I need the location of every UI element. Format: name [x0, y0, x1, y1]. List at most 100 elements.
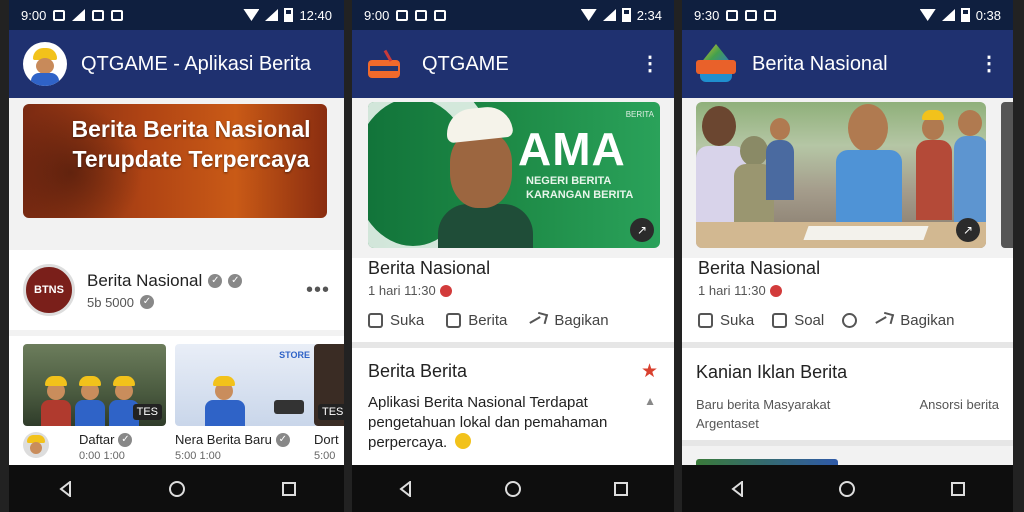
video-caption-text: Dort [314, 432, 339, 447]
channel-subscribers: 5b 5000 [87, 294, 134, 310]
notification-icon [53, 9, 66, 21]
video-caption[interactable]: Daftar ✓ [79, 432, 133, 447]
news-button[interactable]: Soal [772, 312, 824, 329]
ad-post[interactable]: Kanian Iklan Berita Baru berita Masyarak… [682, 348, 1013, 440]
more-options-icon[interactable]: ••• [306, 279, 330, 302]
app-logo[interactable] [366, 46, 402, 82]
video-thumbnails: TES STORE TES Daftar ✓ 0:00 1:00 Nera Be… [9, 336, 344, 465]
video-thumbnail[interactable]: TES [23, 344, 166, 426]
home-icon[interactable] [839, 480, 856, 497]
feed[interactable]: Berita Berita Nasional Terupdate Terperc… [9, 98, 344, 465]
post-header: Berita Nasional 1 hari 11:30 [682, 258, 1013, 302]
wifi-icon [243, 9, 260, 21]
app-title: QTGAME - Aplikasi Berita [81, 52, 312, 75]
share-icon[interactable]: ↗ [956, 218, 980, 242]
app-title: QTGAME [422, 52, 509, 75]
news-button[interactable]: Berita [446, 312, 507, 329]
news-label: Soal [794, 311, 825, 329]
phone-screen-3: 9:30 0:38 Berita Nasional ⋮ ↗ Berita Nas… [682, 0, 1013, 512]
uploader-avatar[interactable] [23, 432, 49, 458]
wifi-icon [919, 9, 936, 21]
home-icon[interactable] [168, 480, 185, 497]
share-button[interactable]: Bagikan [529, 312, 608, 329]
home-icon[interactable] [504, 480, 521, 497]
post-title[interactable]: Berita Nasional [698, 258, 997, 279]
hero-banner[interactable]: Berita Berita Nasional Terupdate Terperc… [23, 104, 327, 218]
system-nav-bar [9, 465, 344, 512]
text-post-title: Berita Berita [368, 361, 468, 381]
app-logo-avatar[interactable] [23, 42, 67, 86]
notification-icon [726, 9, 739, 21]
next-image-peek[interactable] [1001, 102, 1013, 248]
status-time: 9:00 [21, 7, 47, 23]
notification-icon [764, 9, 777, 21]
post-image[interactable]: ↗ [696, 102, 986, 248]
video-thumbnail[interactable]: TES [314, 344, 344, 426]
recent-apps-icon[interactable] [613, 481, 628, 496]
react-button[interactable] [842, 312, 858, 328]
share-icon[interactable]: ↗ [630, 218, 654, 242]
overflow-menu-icon[interactable]: ⋮ [979, 54, 999, 74]
app-logo[interactable] [696, 44, 736, 84]
feed[interactable]: AMA NEGERI BERITA KARANGAN BERITA BERITA… [352, 98, 674, 465]
verified-icon: ✓ [140, 295, 154, 309]
news-label: Berita [468, 311, 508, 329]
pin-icon[interactable]: ▲ [644, 394, 656, 408]
ad-extra-text: Argentaset [696, 416, 759, 431]
back-icon[interactable] [730, 479, 744, 498]
video-thumbnail[interactable]: STORE [175, 344, 318, 426]
status-clock: 12:40 [299, 7, 332, 23]
live-indicator-icon [439, 284, 452, 297]
status-clock: 0:38 [975, 7, 1001, 23]
app-bar: Berita Nasional ⋮ [682, 30, 1013, 98]
thumb-icon [698, 312, 713, 328]
notification-icon [745, 9, 758, 21]
signal-icon [941, 9, 955, 21]
back-icon[interactable] [398, 479, 412, 498]
post-actions: Suka Berita Bagikan [352, 298, 674, 342]
video-caption[interactable]: Nera Berita Baru ✓ [175, 432, 290, 447]
post-actions: Suka Soal Bagikan [682, 298, 1013, 342]
post-title[interactable]: Berita Nasional [368, 258, 658, 279]
feed[interactable]: ↗ Berita Nasional 1 hari 11:30 Suka Soal… [682, 98, 1013, 465]
recent-apps-icon[interactable] [951, 481, 966, 496]
ad-left-text: Baru berita Masyarakat [696, 397, 831, 412]
signal-icon [265, 9, 279, 21]
battery-icon [621, 8, 631, 22]
share-label: Bagikan [554, 311, 609, 329]
like-label: Suka [390, 311, 425, 329]
thumbnail-overlay-text: STORE [279, 350, 310, 360]
post-header: Berita Nasional 1 hari 11:30 [352, 258, 674, 302]
system-nav-bar [682, 465, 1013, 512]
image-subtext: NEGERI BERITA KARANGAN BERITA [526, 175, 634, 201]
smile-icon [842, 312, 858, 328]
channel-name: Berita Nasional [87, 270, 203, 290]
divider [682, 440, 1013, 446]
video-caption-text: Daftar [79, 432, 115, 447]
channel-card[interactable]: BTNS Berita Nasional ✓ ✓ 5b 5000 ✓ ••• [9, 250, 344, 330]
phone-screen-1: 9:00 12:40 QTGAME - Aplikasi Berita Beri… [9, 0, 344, 512]
square-icon [446, 312, 462, 328]
battery-icon [284, 8, 294, 22]
status-clock: 2:34 [636, 7, 662, 23]
app-bar: QTGAME - Aplikasi Berita [9, 30, 344, 98]
video-caption[interactable]: Dort [314, 432, 339, 447]
share-button[interactable]: Bagikan [875, 312, 954, 329]
text-post[interactable]: Berita Berita ★ Aplikasi Berita Nasional… [352, 348, 674, 465]
overflow-menu-icon[interactable]: ⋮ [640, 54, 660, 74]
image-headline: AMA [518, 123, 626, 175]
star-icon[interactable]: ★ [641, 360, 658, 383]
status-time: 9:00 [364, 7, 390, 23]
square-icon [772, 312, 788, 328]
like-button[interactable]: Suka [698, 312, 754, 329]
post-time: 1 hari 11:30 [698, 283, 766, 298]
video-meta: 5:00 1:00 [175, 450, 221, 462]
like-button[interactable]: Suka [368, 312, 424, 329]
status-time: 9:30 [694, 7, 720, 23]
back-icon[interactable] [58, 479, 72, 498]
recent-apps-icon[interactable] [281, 481, 296, 496]
status-bar: 9:00 2:34 [352, 0, 674, 30]
post-image[interactable]: AMA NEGERI BERITA KARANGAN BERITA BERITA… [368, 102, 660, 248]
status-bar: 9:30 0:38 [682, 0, 1013, 30]
screenshot-collage: 9:00 12:40 QTGAME - Aplikasi Berita Beri… [0, 0, 1024, 512]
